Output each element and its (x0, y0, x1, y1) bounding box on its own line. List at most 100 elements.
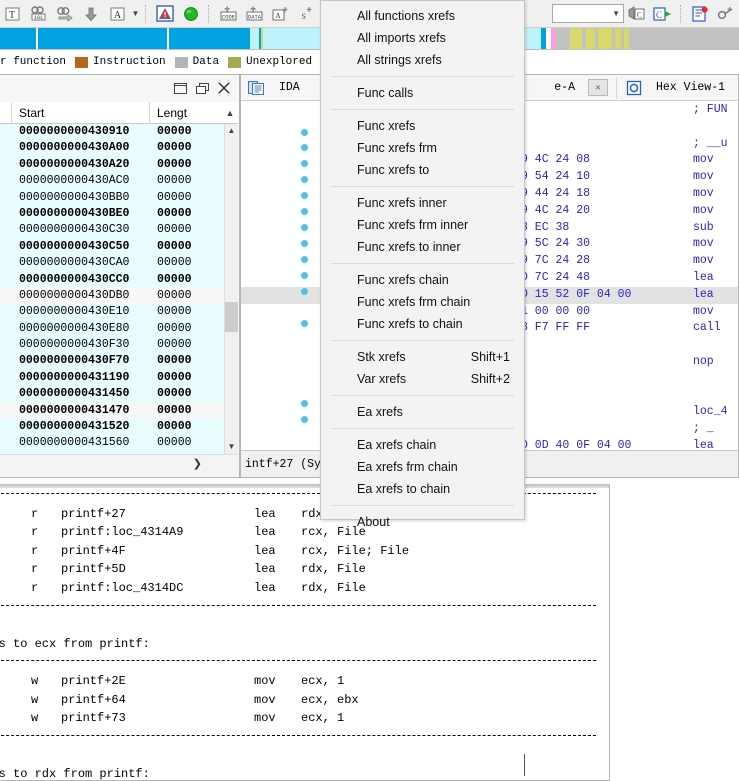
jump-marker-dot (301, 288, 308, 295)
table-row[interactable]: 0000000000430A20 00000 (0, 156, 225, 174)
scrollbar-thumb[interactable] (225, 302, 238, 332)
table-row[interactable]: 0000000000430F70 00000 (0, 353, 225, 370)
table-row[interactable]: 0000000000430CA0 00000 (0, 255, 225, 272)
binary-search-icon[interactable]: 101 (27, 2, 51, 26)
menu-item-all-functions-xrefs[interactable]: All functions xrefs (321, 5, 524, 27)
menu-item-all-imports-xrefs[interactable]: All imports xrefs (321, 27, 524, 49)
sort-ascending-icon[interactable]: ▲ (222, 102, 238, 124)
menu-item-ea-xrefs[interactable]: Ea xrefs (321, 401, 524, 423)
menu-item-func-calls[interactable]: Func calls (321, 82, 524, 104)
key-plus-icon[interactable] (714, 2, 738, 26)
table-row[interactable]: 0000000000430C30 00000 (0, 222, 225, 239)
make-ascii-icon[interactable]: A (268, 2, 292, 26)
menu-item-all-strings-xrefs[interactable]: All strings xrefs (321, 49, 524, 71)
menu-item-ea-xrefs-frm-chain[interactable]: Ea xrefs frm chain (321, 456, 524, 478)
list-red-icon[interactable] (688, 2, 712, 26)
table-row[interactable]: 0000000000431470 00000 (0, 402, 225, 420)
menu-item-var-xrefs[interactable]: Var xrefs Shift+2 (321, 368, 524, 390)
tab-hex-view-icon-wrap[interactable] (619, 75, 649, 101)
jump-down-icon[interactable] (79, 2, 103, 26)
menu-item-func-xrefs-frm-inner[interactable]: Func xrefs frm inner (321, 214, 524, 236)
menu-item-func-xrefs-inner[interactable]: Func xrefs inner (321, 192, 524, 214)
table-row[interactable]: 0000000000430E80 00000 (0, 320, 225, 338)
table-row[interactable]: 0000000000430F30 00000 (0, 337, 225, 354)
menu-item-func-xrefs-chain[interactable]: Func xrefs chain (321, 269, 524, 291)
xref-line[interactable] (0, 598, 609, 617)
table-row[interactable]: 0000000000430E10 00000 (0, 304, 225, 321)
opcode-bytes: 9 4C 24 08 (521, 153, 591, 167)
table-row[interactable]: 0000000000430CC0 00000 (0, 271, 225, 288)
xref-line[interactable] (0, 746, 609, 765)
functions-table-body[interactable]: 0000000000430910 00000 0000000000430A00 000… (0, 124, 225, 454)
menu-item-ea-xrefs-chain[interactable]: Ea xrefs chain (321, 434, 524, 456)
tab-close-button[interactable]: ✕ (587, 79, 608, 96)
legend-swatch (228, 56, 242, 68)
maximize-button[interactable] (191, 78, 213, 98)
make-ascii-icon-glyph: A (272, 6, 288, 20)
menu-item-func-xrefs-frm-chain[interactable]: Func xrefs frm chain (321, 291, 524, 313)
table-row[interactable]: 0000000000431560 00000 (0, 435, 225, 452)
column-header-name[interactable]: ent (0, 101, 12, 124)
xref-line[interactable]: ownrprintf+4Flearcx, File; File (0, 542, 609, 561)
menu-item-about[interactable]: About (321, 511, 524, 533)
table-row[interactable]: 0000000000430BB0 00000 (0, 189, 225, 206)
table-row[interactable]: 0000000000430BE0 00000 (0, 205, 225, 223)
menu-item-func-xrefs-to-inner[interactable]: Func xrefs to inner (321, 236, 524, 258)
xref-line[interactable]: refs to ecx from printf: (0, 635, 609, 654)
table-row[interactable]: 0000000000430C50 00000 (0, 238, 225, 256)
xref-line[interactable]: ownwprintf+73movecx, 1 (0, 709, 609, 728)
tab-ida-view-a[interactable]: e-A (547, 75, 582, 101)
tab-ida-view[interactable] (241, 75, 272, 101)
restore-button[interactable] (169, 78, 191, 98)
font-a-icon[interactable]: A (105, 2, 129, 26)
functions-horizontal-scrollbar[interactable]: ❯ (0, 454, 238, 476)
xref-line[interactable] (0, 728, 609, 747)
table-row[interactable]: 0000000000431190 00000 (0, 369, 225, 387)
tab-hex-view-1[interactable]: Hex View-1 (649, 75, 732, 101)
menu-item-stk-xrefs[interactable]: Stk xrefs Shift+1 (321, 346, 524, 368)
table-row[interactable]: 0000000000430A00 00000 (0, 140, 225, 157)
scroll-down-icon[interactable]: ▼ (225, 440, 238, 454)
text-icon[interactable]: T (1, 2, 25, 26)
cell-start: 0000000000430AC0 (19, 174, 130, 188)
xref-line[interactable]: refs to rdx from printf: (0, 765, 609, 780)
table-row[interactable]: 0000000000430AC0 00000 (0, 173, 225, 190)
xref-line[interactable] (0, 616, 609, 635)
xref-line[interactable] (0, 653, 609, 672)
functions-vertical-scrollbar[interactable]: ▲ ▼ (224, 124, 238, 454)
search-sequence-icon[interactable] (53, 2, 77, 26)
scroll-right-icon[interactable]: ❯ (193, 457, 202, 470)
menu-item-func-xrefs[interactable]: Func xrefs (321, 115, 524, 137)
table-row[interactable]: 0000000000430910 00000 (0, 124, 225, 141)
menu-item-func-xrefs-to[interactable]: Func xrefs to (321, 159, 524, 181)
make-data-icon[interactable]: DATA (242, 2, 266, 26)
font-dropdown-caret-icon[interactable]: ▼ (130, 3, 141, 25)
xref-line[interactable]: w printf+2E mov ecx, 1 (0, 672, 609, 691)
xref-line[interactable]: ownrprintf+5Dleardx, File (0, 560, 609, 579)
tab-ida-label[interactable]: IDA (272, 75, 307, 101)
xref-line[interactable]: ownrprintf:loc_4314DCleardx, File (0, 579, 609, 598)
green-status-icon[interactable] (179, 2, 203, 26)
column-header-length[interactable]: Lengt (150, 102, 222, 124)
decompile-c-icon[interactable]: C (625, 2, 649, 26)
menu-item-ea-xrefs-to-chain[interactable]: Ea xrefs to chain (321, 478, 524, 500)
table-row[interactable]: 0000000000431520 00000 (0, 419, 225, 436)
disassembly-arrow-gutter (296, 102, 316, 451)
xref-line[interactable]: ownwprintf+64movecx, ebx (0, 691, 609, 710)
menu-item-func-xrefs-frm[interactable]: Func xrefs frm (321, 137, 524, 159)
make-code-icon[interactable]: CODE (216, 2, 240, 26)
xrefs-context-menu[interactable]: All functions xrefs All imports xrefs All … (320, 0, 525, 529)
table-row[interactable]: 0000000000430DB0 00000 (0, 287, 225, 305)
scroll-up-icon[interactable]: ▲ (225, 124, 238, 138)
close-button[interactable] (213, 78, 235, 98)
column-header-start[interactable]: Start (12, 101, 150, 124)
font-a-icon-glyph: A (110, 7, 124, 21)
decompile-jump-icon[interactable]: C (651, 2, 675, 26)
make-struct-icon[interactable]: S (294, 2, 318, 26)
table-row[interactable]: 0000000000431450 00000 (0, 386, 225, 403)
menu-item-func-xrefs-to-chain[interactable]: Func xrefs to chain (321, 313, 524, 335)
toolbar-combo[interactable]: ▼ (552, 4, 624, 23)
divider (0, 604, 596, 606)
warning-icon[interactable] (153, 2, 177, 26)
menu-separator (331, 109, 514, 110)
